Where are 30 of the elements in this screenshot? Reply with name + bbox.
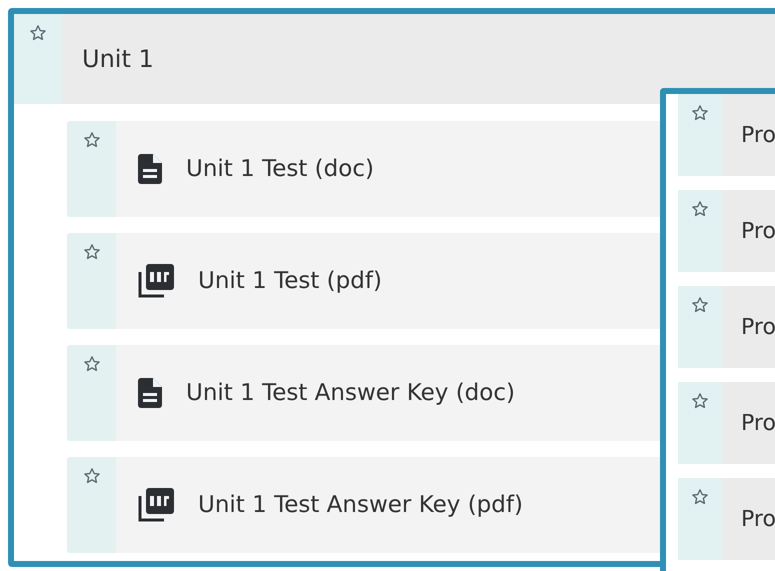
star-icon[interactable] bbox=[691, 488, 709, 506]
star-icon[interactable] bbox=[691, 296, 709, 314]
item-title: Pro bbox=[740, 122, 775, 150]
star-icon[interactable] bbox=[82, 243, 100, 261]
file-title: Unit 1 Test (pdf) bbox=[198, 268, 382, 294]
star-icon[interactable] bbox=[691, 392, 709, 410]
item-title: Pro bbox=[740, 506, 775, 534]
star-icon[interactable] bbox=[82, 467, 100, 485]
list-item[interactable]: Pro bbox=[678, 190, 775, 272]
list-item[interactable]: Pro bbox=[678, 94, 775, 176]
unit-header[interactable]: Unit 1 bbox=[14, 14, 775, 104]
unit-title: Unit 1 bbox=[81, 44, 154, 75]
item-title: Pro bbox=[740, 314, 775, 342]
star-icon[interactable] bbox=[29, 24, 47, 42]
star-icon[interactable] bbox=[691, 200, 709, 218]
list-item[interactable]: Pro bbox=[678, 286, 775, 368]
file-title: Unit 1 Test Answer Key (doc) bbox=[186, 380, 515, 406]
star-icon[interactable] bbox=[82, 355, 100, 373]
file-title: Unit 1 Test Answer Key (pdf) bbox=[198, 492, 523, 518]
document-icon bbox=[138, 378, 162, 408]
file-title: Unit 1 Test (doc) bbox=[186, 156, 374, 182]
star-icon[interactable] bbox=[691, 104, 709, 122]
pdf-file-icon bbox=[138, 488, 174, 522]
list-item[interactable]: Pro bbox=[678, 478, 775, 560]
list-item[interactable]: Pro bbox=[678, 382, 775, 464]
star-icon[interactable] bbox=[82, 131, 100, 149]
document-icon bbox=[138, 154, 162, 184]
item-title: Pro bbox=[740, 218, 775, 246]
item-title: Pro bbox=[740, 410, 775, 438]
pdf-file-icon bbox=[138, 264, 174, 298]
